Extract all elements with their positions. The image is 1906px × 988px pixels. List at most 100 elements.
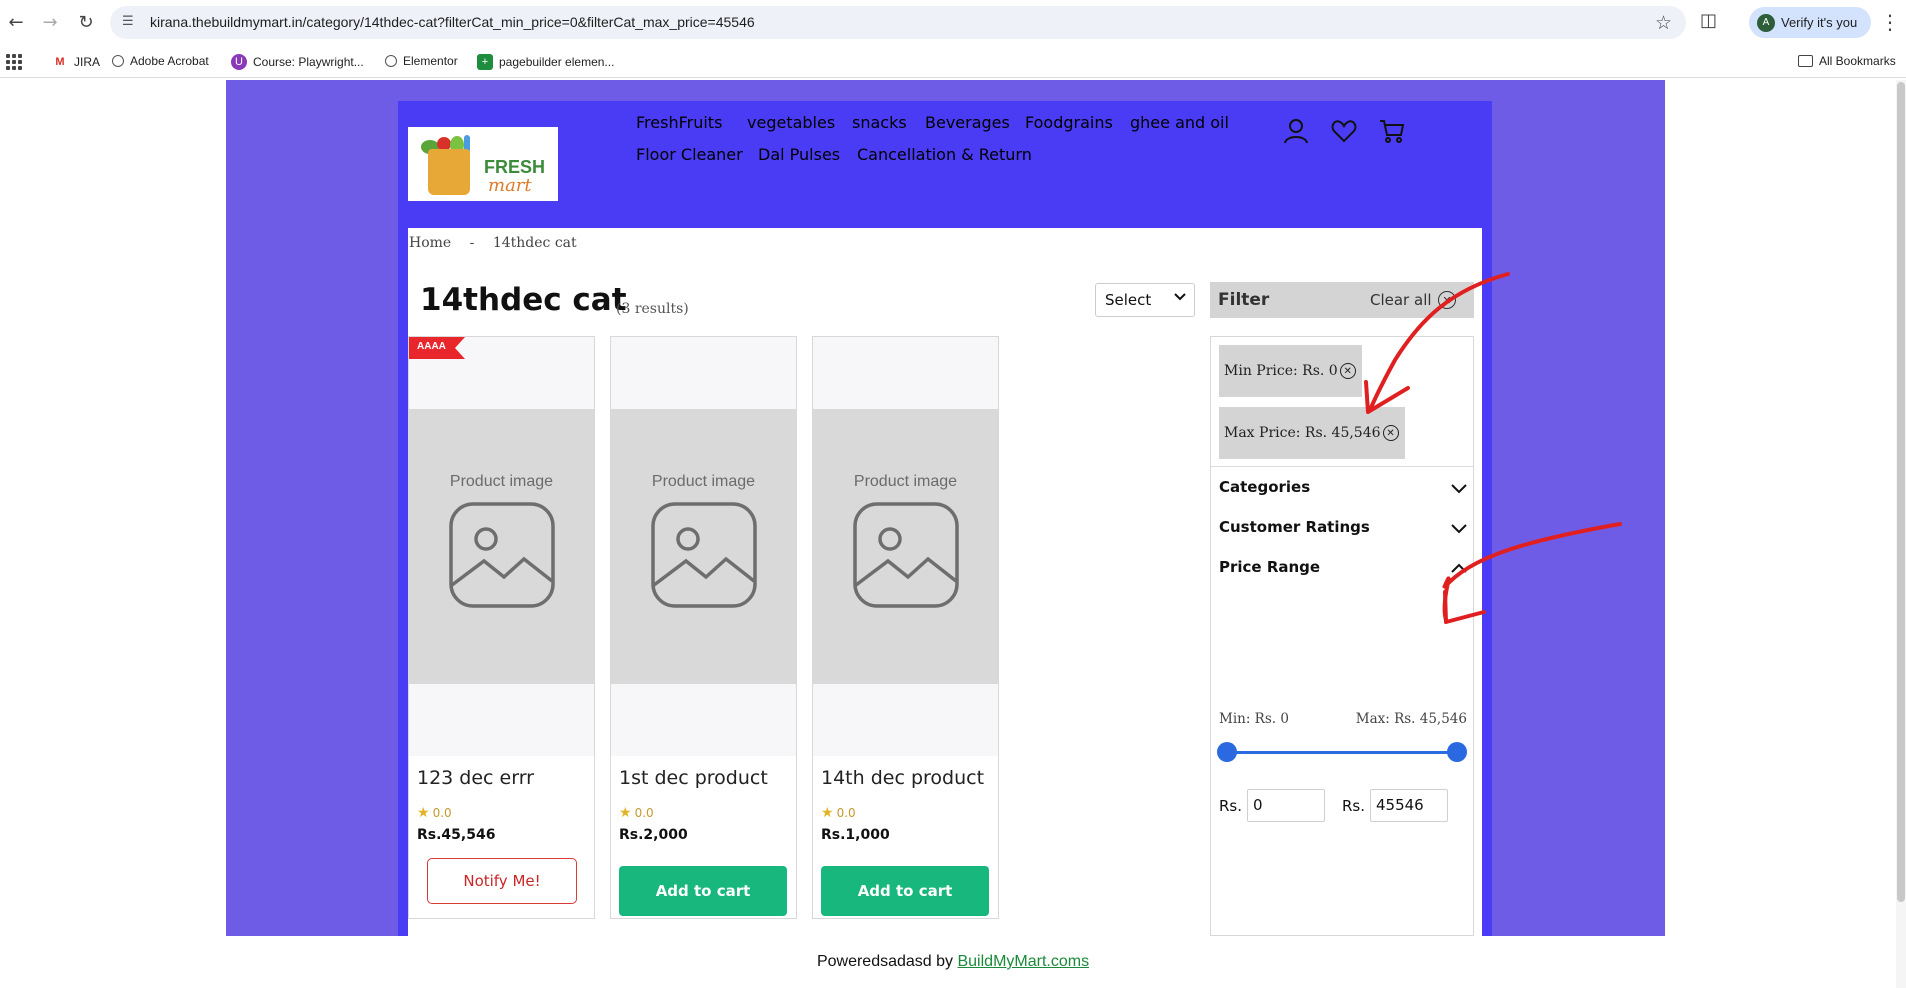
product-name[interactable]: 14th dec product [821, 767, 984, 789]
price-inputs: Rs. 0 Rs. 45546 [1219, 789, 1467, 823]
price-range-labels: Min: Rs. 0 Max: Rs. 45,546 [1219, 711, 1467, 727]
apps-grid-icon[interactable] [6, 54, 22, 70]
product-rating: ★ 0.0 [417, 805, 452, 821]
chevron-down-icon [1174, 293, 1186, 301]
bookmark-label: Course: Playwright... [253, 55, 364, 69]
image-padding-top [611, 337, 796, 409]
bookmark-playwright-course[interactable]: U Course: Playwright... [231, 54, 364, 70]
product-image-label: Product image [449, 473, 554, 490]
back-icon[interactable]: ← [4, 10, 28, 34]
footer-link[interactable]: BuildMyMart.coms [957, 953, 1089, 970]
clear-all-close-icon[interactable]: ✕ [1438, 291, 1456, 309]
cart-icon[interactable] [1379, 118, 1405, 144]
globe-icon [112, 55, 124, 67]
min-price-input[interactable]: 0 [1247, 789, 1325, 822]
notify-me-button[interactable]: Notify Me! [427, 858, 577, 904]
star-icon: ★ [619, 805, 632, 821]
accordion-categories[interactable]: Categories [1219, 478, 1467, 502]
bookmarks-bar: M JIRA Adobe Acrobat U Course: Playwrigh… [0, 46, 1906, 78]
nav-dal-pulses[interactable]: Dal Pulses [758, 145, 840, 164]
avatar: A [1757, 13, 1775, 32]
user-icon[interactable] [1283, 118, 1309, 144]
nav-cancellation-return[interactable]: Cancellation & Return [857, 145, 1032, 164]
bookmark-adobe-acrobat[interactable]: Adobe Acrobat [112, 54, 209, 68]
add-to-cart-button[interactable]: Add to cart [619, 866, 787, 916]
product-name[interactable]: 123 dec errr [417, 767, 534, 789]
accordion-label: Price Range [1219, 558, 1321, 576]
accordion-customer-ratings[interactable]: Customer Ratings [1219, 518, 1467, 542]
chip-label: Min Price: Rs. 0 [1224, 363, 1338, 379]
browser-menu-icon[interactable]: ⋮ [1880, 10, 1900, 34]
remove-filter-icon[interactable]: ✕ [1339, 363, 1356, 379]
divider [1211, 466, 1473, 467]
site-info-icon[interactable]: ☰ [122, 14, 140, 32]
remove-filter-icon[interactable]: ✕ [1382, 425, 1399, 441]
nav-floor-cleaner[interactable]: Floor Cleaner [636, 145, 743, 164]
max-price-input[interactable]: 45546 [1370, 789, 1448, 822]
add-to-cart-button[interactable]: Add to cart [821, 866, 989, 916]
page-viewport: FRESH mart FreshFruits vegetables snacks… [0, 80, 1906, 988]
clear-all-button[interactable]: Clear all [1370, 291, 1432, 309]
bookmark-pagebuilder[interactable]: + pagebuilder elemen... [477, 54, 614, 70]
breadcrumb-home[interactable]: Home [409, 235, 451, 251]
rating-value: 0.0 [634, 806, 654, 820]
folder-icon [1798, 55, 1813, 67]
verify-label: Verify it's you [1781, 15, 1858, 30]
range-min-label: Min: Rs. 0 [1219, 711, 1289, 727]
price-slider-max-handle[interactable] [1447, 742, 1467, 762]
url-text[interactable]: kirana.thebuildmymart.in/category/14thde… [150, 14, 755, 30]
scrollbar-thumb[interactable] [1897, 82, 1905, 902]
rating-value: 0.0 [432, 806, 452, 820]
rating-value: 0.0 [836, 806, 856, 820]
bookmark-elementor[interactable]: Elementor [385, 54, 458, 68]
chip-label: Max Price: Rs. 45,546 [1224, 425, 1381, 441]
product-rating: ★ 0.0 [619, 805, 654, 821]
product-card[interactable]: Product image AAAA 123 dec errr ★ 0.0 Rs… [408, 336, 595, 919]
breadcrumb-current: 14thdec cat [492, 235, 577, 251]
extensions-icon[interactable]: ◫ [1700, 10, 1722, 32]
nav-beverages[interactable]: Beverages [925, 113, 1010, 132]
product-badge: AAAA [409, 337, 465, 359]
nav-foodgrains[interactable]: Foodgrains [1025, 113, 1113, 132]
nav-snacks[interactable]: snacks [852, 113, 907, 132]
active-filter-chip-max-price: Max Price: Rs. 45,546 ✕ [1219, 407, 1405, 459]
page-scrollbar[interactable] [1896, 80, 1906, 988]
product-image[interactable]: Product image [409, 409, 594, 684]
image-placeholder-icon [449, 502, 555, 608]
bookmark-label: Adobe Acrobat [130, 54, 209, 68]
range-max-label: Max: Rs. 45,546 [1355, 711, 1467, 727]
address-bar[interactable]: ☰ kirana.thebuildmymart.in/category/14th… [110, 6, 1686, 39]
price-slider-min-handle[interactable] [1217, 742, 1237, 762]
forward-icon[interactable]: → [38, 10, 62, 34]
product-card[interactable]: Product image 1st dec product ★ 0.0 Rs.2… [610, 336, 797, 919]
star-icon: ★ [821, 805, 834, 821]
max-currency-label: Rs. [1342, 797, 1366, 815]
product-image[interactable]: Product image [813, 409, 998, 684]
bookmark-star-icon[interactable]: ☆ [1655, 12, 1672, 34]
results-count: (3 results) [616, 301, 689, 317]
image-placeholder-icon [853, 502, 959, 608]
nav-freshfruits[interactable]: FreshFruits [636, 113, 722, 132]
nav-ghee-and-oil[interactable]: ghee and oil [1130, 113, 1229, 132]
browser-toolbar: ← → ↻ ☰ kirana.thebuildmymart.in/categor… [0, 0, 1906, 44]
bookmark-jira[interactable]: M JIRA [52, 54, 100, 70]
wishlist-heart-icon[interactable] [1331, 118, 1357, 144]
reload-icon[interactable]: ↻ [74, 10, 98, 34]
sort-select[interactable]: Select [1095, 283, 1195, 317]
nav-vegetables[interactable]: vegetables [747, 113, 835, 132]
bookmark-label: Elementor [403, 54, 458, 68]
image-placeholder-icon [651, 502, 757, 608]
product-card[interactable]: Product image 14th dec product ★ 0.0 Rs.… [812, 336, 999, 919]
price-slider-track[interactable] [1227, 751, 1457, 754]
verify-profile-button[interactable]: A Verify it's you [1749, 7, 1871, 38]
sort-selected-value: Select [1105, 291, 1152, 309]
all-bookmarks[interactable]: All Bookmarks [1798, 54, 1896, 68]
site-logo[interactable]: FRESH mart [408, 127, 558, 201]
product-image[interactable]: Product image [611, 409, 796, 684]
product-name[interactable]: 1st dec product [619, 767, 768, 789]
all-bookmarks-label: All Bookmarks [1819, 54, 1896, 68]
shopping-bag-illustration [428, 149, 470, 195]
site-footer: Poweredsadasd by BuildMyMart.coms [0, 953, 1906, 971]
product-price: Rs.2,000 [619, 827, 688, 843]
accordion-price-range[interactable]: Price Range [1219, 558, 1467, 582]
